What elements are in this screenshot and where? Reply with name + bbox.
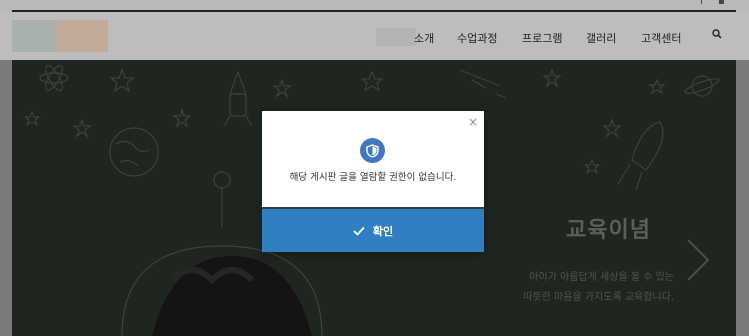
confirm-button[interactable]: 확인	[262, 209, 484, 252]
permission-dialog: × 해당 게시판 글을 열람할 권한이 없습니다. 확인	[262, 111, 484, 252]
check-icon	[353, 221, 365, 240]
shield-icon	[360, 138, 385, 163]
confirm-label: 확인	[372, 224, 394, 238]
close-icon[interactable]: ×	[468, 115, 478, 129]
modal-message: 해당 게시판 글을 열람할 권한이 없습니다.	[289, 172, 457, 183]
